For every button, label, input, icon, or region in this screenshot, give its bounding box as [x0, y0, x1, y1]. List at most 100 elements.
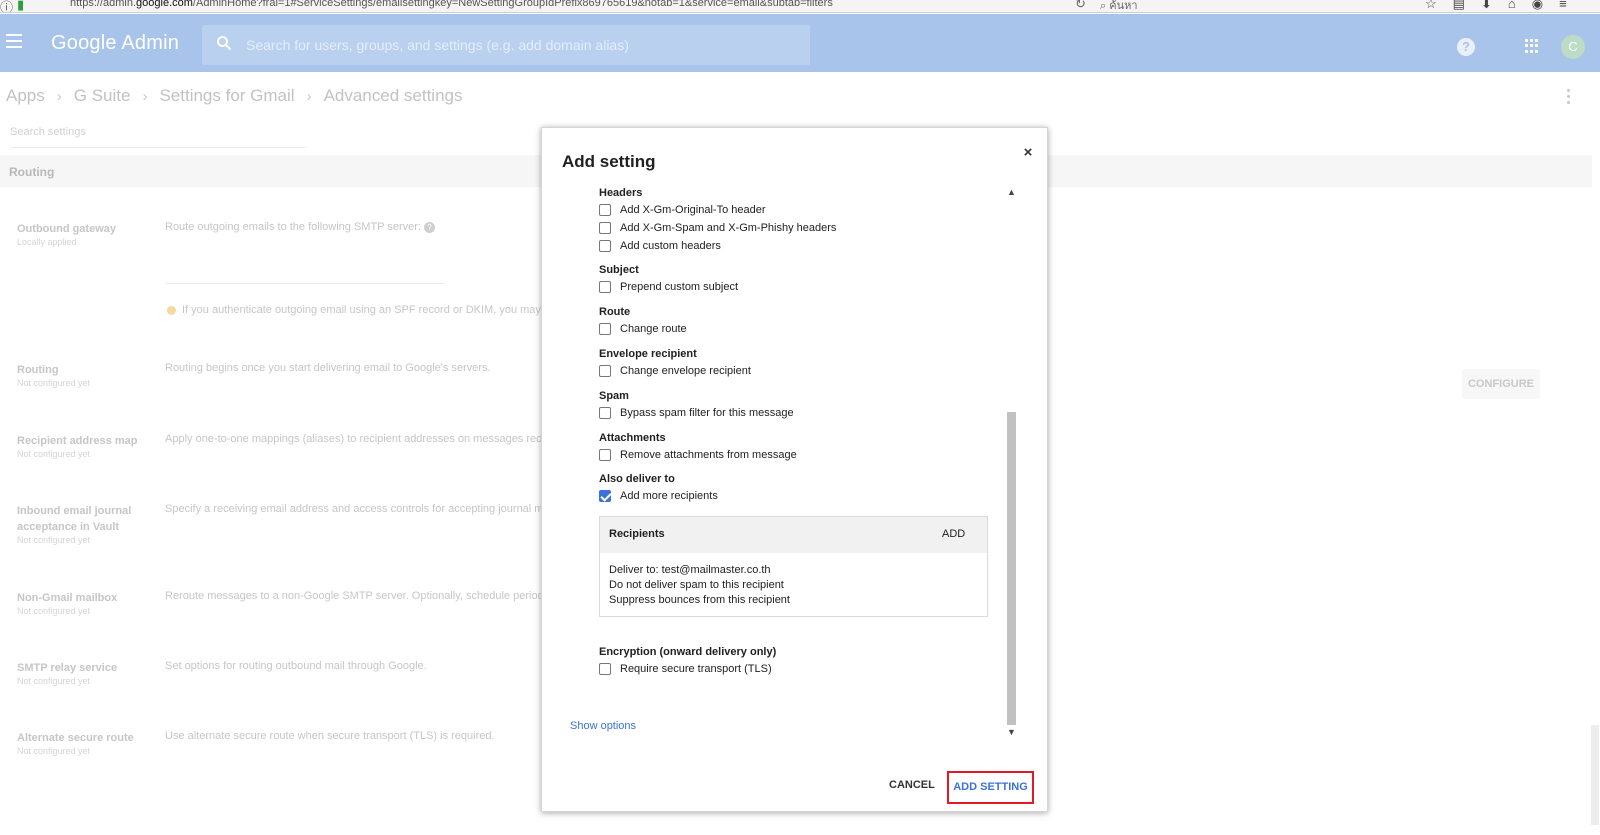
setting-title: Inbound email journal acceptance in Vaul… [17, 505, 132, 533]
option-require-tls[interactable]: Require secure transport (TLS) [599, 662, 772, 676]
scroll-down-arrow-icon[interactable]: ▼ [1007, 727, 1016, 737]
hamburger-menu-icon[interactable] [6, 34, 22, 48]
option-x-gm-original-to[interactable]: Add X-Gm-Original-To header [599, 203, 766, 217]
dialog-scrollbar-thumb[interactable] [1007, 412, 1016, 725]
setting-description: Specify a receiving email address and ac… [165, 503, 544, 515]
add-recipient-button[interactable]: ADD [942, 528, 965, 540]
add-setting-button[interactable]: ADD SETTING [947, 771, 1034, 804]
checkbox[interactable] [599, 222, 611, 234]
admin-search-bar[interactable] [202, 25, 810, 65]
checkbox[interactable] [599, 281, 611, 293]
option-label: Add X-Gm-Spam and X-Gm-Phishy headers [620, 222, 837, 234]
option-change-route[interactable]: Change route [599, 322, 687, 336]
setting-description-text: Route outgoing emails to the following S… [165, 221, 421, 233]
admin-search-input[interactable] [246, 33, 786, 57]
more-vert-icon[interactable] [1567, 89, 1571, 107]
option-remove-attachments[interactable]: Remove attachments from message [599, 448, 797, 462]
gateway-warning-note: If you authenticate outgoing email using… [167, 304, 541, 316]
reading-list-icon[interactable]: ▤ [1453, 0, 1465, 12]
url-suffix: /AdminHome?fral=1#ServiceSettings/emails… [192, 0, 833, 9]
recipient-entry[interactable]: Deliver to: test@mailmaster.co.th Do not… [609, 563, 790, 608]
address-bar[interactable]: https://admin.google.com/AdminHome?fral=… [70, 0, 833, 9]
info-icon[interactable]: ⓘ [0, 0, 13, 12]
show-options-link[interactable]: Show options [570, 720, 636, 732]
option-custom-headers[interactable]: Add custom headers [599, 239, 721, 253]
setting-status: Not configured yet [17, 676, 91, 686]
checkbox[interactable] [599, 449, 611, 461]
checkbox[interactable] [599, 407, 611, 419]
checkbox[interactable] [599, 323, 611, 335]
home-icon[interactable]: ⌂ [1508, 0, 1516, 12]
also-deliver-group-label: Also deliver to [599, 473, 675, 485]
recipients-panel: Recipients ADD Deliver to: test@mailmast… [599, 516, 988, 617]
setting-status: Not configured yet [17, 606, 91, 616]
reload-icon[interactable]: ↻ [1075, 0, 1086, 12]
browser-search-box[interactable]: ⌕ ค้นหา [1100, 0, 1390, 12]
browser-menu-icon[interactable]: ≡ [1559, 0, 1567, 12]
chevron-right-icon: › [142, 87, 148, 105]
help-icon[interactable]: ? [1457, 38, 1475, 56]
setting-title: Recipient address map [17, 435, 138, 447]
gateway-note-text: If you authenticate outgoing email using… [182, 304, 541, 316]
option-bypass-spam[interactable]: Bypass spam filter for this message [599, 406, 794, 420]
encryption-group-label: Encryption (onward delivery only) [599, 646, 777, 658]
url-domain: google.com [136, 0, 193, 9]
dialog-scrollbar-track[interactable] [1007, 199, 1016, 727]
setting-description: Use alternate secure route when secure t… [165, 730, 495, 742]
chevron-right-icon: › [306, 87, 312, 105]
browser-search-placeholder: ค้นหา [1109, 0, 1138, 12]
help-circle-icon[interactable]: ? [423, 221, 435, 233]
account-avatar[interactable]: C [1561, 35, 1585, 59]
bookmark-star-icon[interactable]: ☆ [1425, 0, 1437, 12]
option-x-gm-spam[interactable]: Add X-Gm-Spam and X-Gm-Phishy headers [599, 221, 836, 235]
checkbox[interactable] [599, 663, 611, 675]
configure-button[interactable]: CONFIGURE [1462, 369, 1540, 399]
setting-title: SMTP relay service [17, 662, 118, 674]
subject-group-label: Subject [599, 264, 639, 276]
download-icon[interactable]: ⬇ [1481, 0, 1492, 12]
setting-status: Not configured yet [17, 449, 91, 459]
envelope-group-label: Envelope recipient [599, 348, 697, 360]
search-icon [217, 36, 232, 51]
option-label: Prepend custom subject [620, 281, 739, 293]
setting-title: Alternate secure route [17, 732, 134, 744]
google-admin-logo[interactable]: Google Admin [51, 32, 179, 55]
dialog-scrollbar[interactable]: ▲ ▼ [1005, 187, 1018, 741]
option-more-recipients[interactable]: Add more recipients [599, 489, 718, 503]
apps-grid-icon[interactable] [1525, 39, 1539, 53]
recipients-header: Recipients ADD [600, 517, 987, 553]
settings-search-input[interactable]: Search settings [10, 126, 306, 148]
option-label: Bypass spam filter for this message [620, 407, 794, 419]
headers-group-label: Headers [599, 187, 643, 199]
checkbox[interactable] [599, 240, 611, 252]
warning-icon [167, 305, 176, 315]
pocket-icon[interactable]: ◉ [1532, 0, 1543, 12]
checkbox-checked[interactable] [599, 490, 611, 502]
option-custom-subject[interactable]: Prepend custom subject [599, 280, 738, 294]
page-scrollbar[interactable] [1590, 155, 1600, 835]
recipients-title: Recipients [609, 528, 665, 540]
cancel-button[interactable]: CANCEL [889, 779, 935, 791]
setting-title: Non-Gmail mailbox [17, 592, 118, 604]
scroll-up-arrow-icon[interactable]: ▲ [1007, 187, 1016, 197]
checkbox[interactable] [599, 365, 611, 377]
option-change-envelope[interactable]: Change envelope recipient [599, 364, 751, 378]
setting-title: Routing [17, 364, 59, 376]
recipient-bounce-note: Suppress bounces from this recipient [609, 594, 790, 606]
option-label: Add more recipients [620, 490, 718, 502]
setting-description: Route outgoing emails to the following S… [165, 221, 435, 233]
close-icon[interactable]: × [1021, 145, 1035, 160]
breadcrumb-advanced-settings: Advanced settings [323, 86, 463, 105]
option-label: Require secure transport (TLS) [620, 663, 772, 675]
setting-description: Apply one-to-one mappings (aliases) to r… [165, 433, 542, 445]
checkbox[interactable] [599, 204, 611, 216]
attachments-group-label: Attachments [599, 432, 666, 444]
breadcrumb-gmail-settings[interactable]: Settings for Gmail [159, 86, 294, 106]
smtp-server-field[interactable] [165, 283, 445, 284]
spam-group-label: Spam [599, 390, 629, 402]
setting-description: Routing begins once you start delivering… [165, 362, 491, 374]
page-scrollbar-thumb[interactable] [1591, 725, 1599, 825]
breadcrumb-gsuite[interactable]: G Suite [74, 86, 131, 106]
setting-status: Locally applied [17, 237, 77, 247]
breadcrumb-apps[interactable]: Apps [6, 86, 45, 106]
